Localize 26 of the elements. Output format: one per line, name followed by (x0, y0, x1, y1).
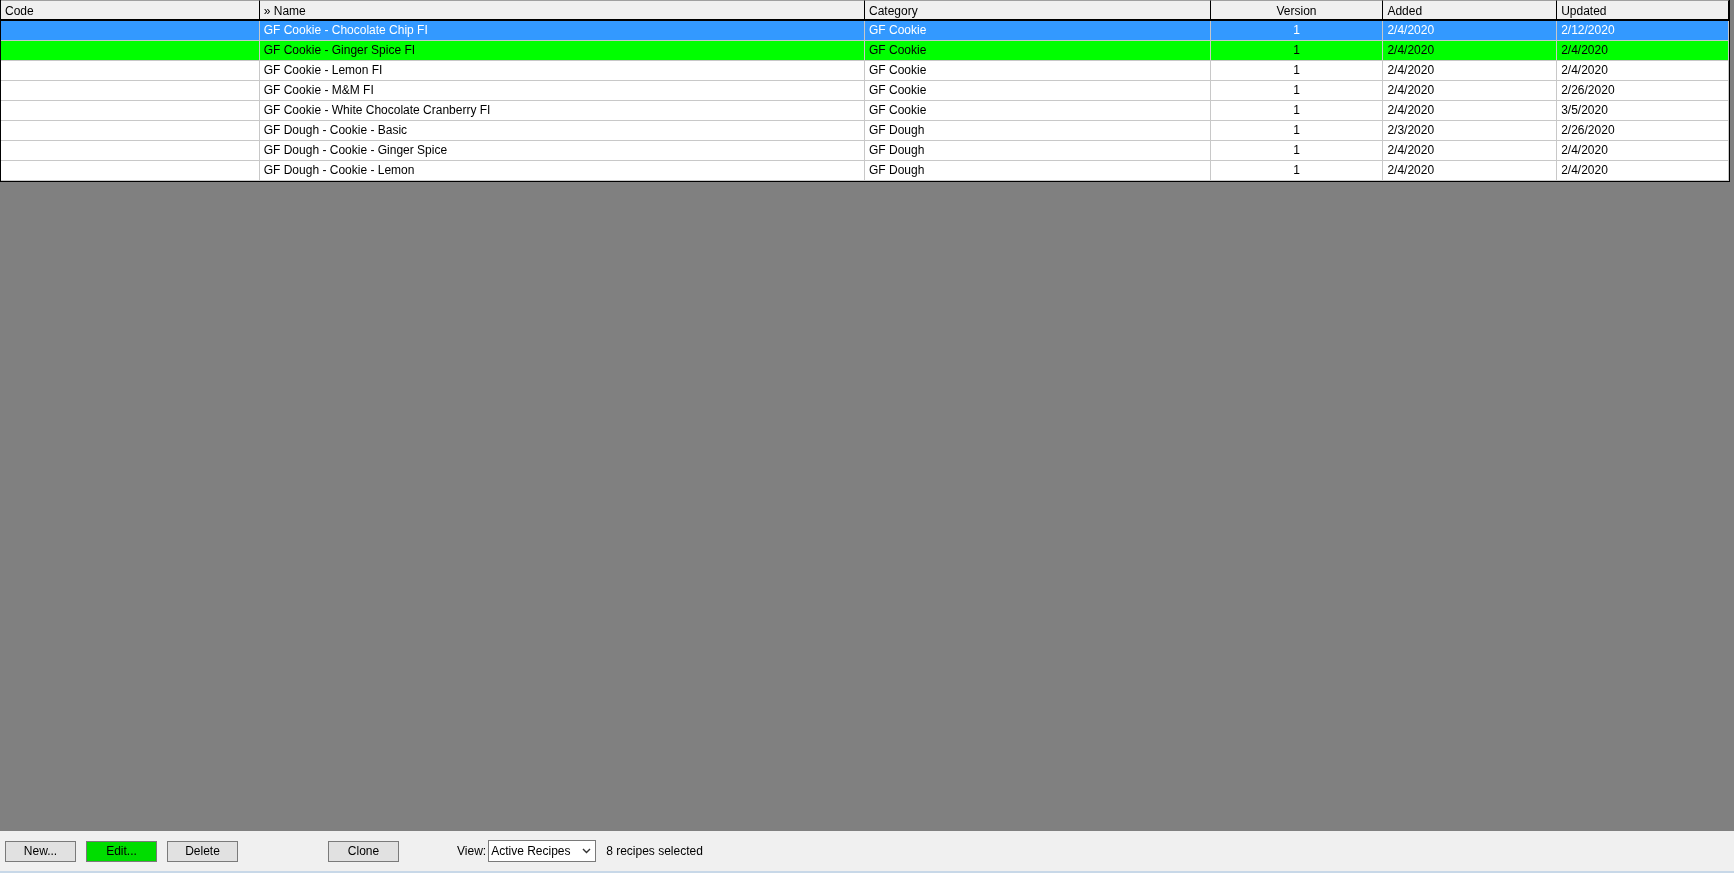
view-label: View: (457, 844, 487, 858)
table-cell: 2/4/2020 (1557, 161, 1729, 181)
toolbar-button[interactable]: Delete (167, 840, 238, 862)
column-header[interactable]: » Name (259, 0, 865, 21)
table-cell: GF Dough - Cookie - Lemon (259, 161, 865, 181)
toolbar-button[interactable]: Clone (328, 840, 399, 862)
table-row[interactable]: GF Cookie - M&M FI GF Cookie 1 2/4/2020 2/26/2020 (1, 81, 1729, 101)
table-row[interactable]: GF Cookie - Lemon FI GF Cookie 1 2/4/2020 2/4/2020 (1, 61, 1729, 81)
selection-status: 8 recipes selected (606, 844, 703, 858)
chevron-down-icon (582, 848, 592, 854)
table-row[interactable]: GF Dough - Cookie - Ginger Spice GF Dough 1 2/4/2020 2/4/2020 (1, 141, 1729, 161)
toolbar-button[interactable]: Edit... (86, 840, 157, 862)
table-cell: GF Dough (865, 161, 1211, 181)
table-row[interactable]: GF Dough - Cookie - Basic GF Dough 1 2/3/2020 2/26/2020 (1, 121, 1729, 141)
column-header[interactable]: Version (1210, 0, 1384, 21)
view-dropdown[interactable]: Active Recipes (488, 840, 597, 862)
table-cell: 1 (1210, 161, 1384, 181)
toolbar-button[interactable]: New... (5, 840, 76, 862)
column-header[interactable]: Code (1, 0, 260, 21)
table-row[interactable]: GF Dough - Cookie - Lemon GF Dough 1 2/4/2020 2/4/2020 (1, 161, 1729, 181)
table-row[interactable]: GF Cookie - White Chocolate Cranberry FI GF Cookie 1 2/4/2020 3/5/2020 (1, 101, 1729, 121)
column-header[interactable]: Updated (1557, 0, 1729, 21)
table-cell: 2/4/2020 (1383, 161, 1558, 181)
column-header[interactable]: Category (865, 0, 1211, 21)
table-row[interactable]: GF Cookie - Ginger Spice FI GF Cookie 1 2/4/2020 2/4/2020 (1, 41, 1729, 61)
column-header[interactable]: Added (1383, 0, 1558, 21)
